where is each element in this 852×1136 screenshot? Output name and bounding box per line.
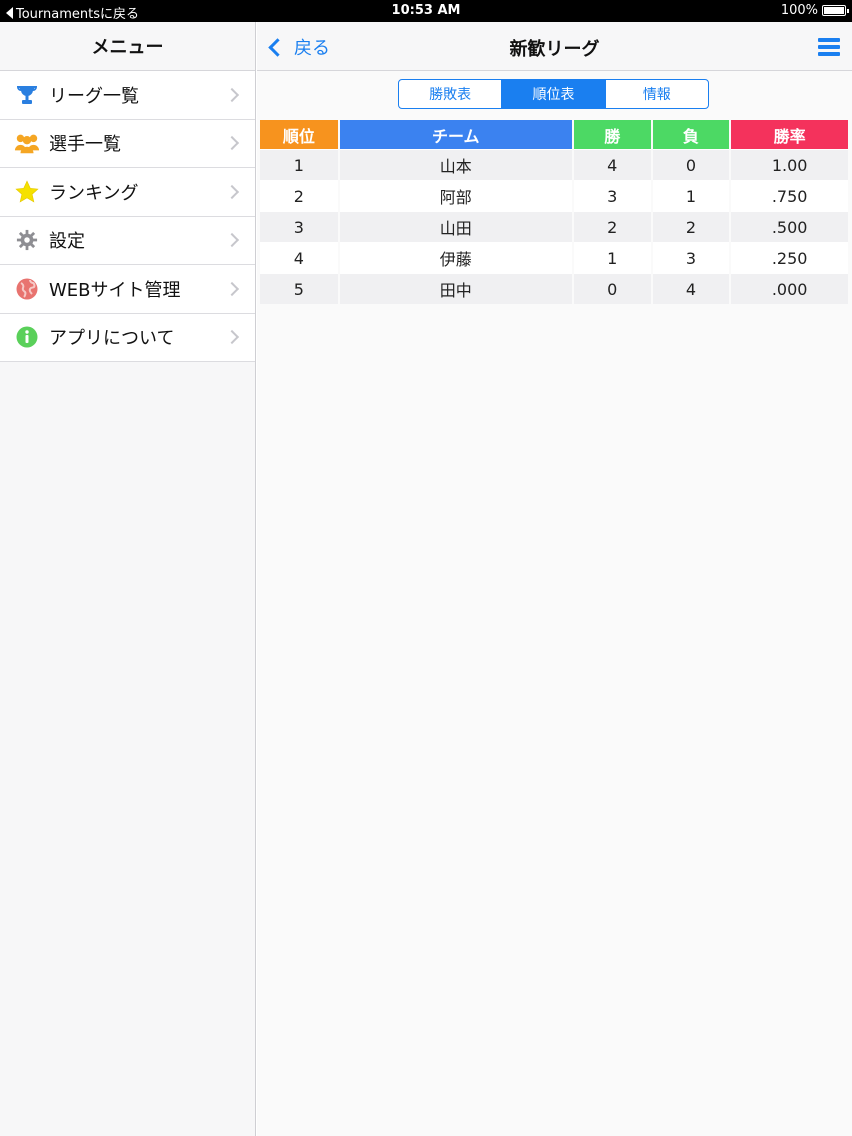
table-cell: 3 (652, 242, 730, 273)
battery-level-fill (824, 7, 844, 14)
menu-item-label: リーグ一覧 (49, 85, 139, 107)
main-panel: 戻る 新歓リーグ 勝敗表 順位表 情報 順位 チーム勝負勝率 1 山本 4 0 1.00 2 阿部… (257, 22, 852, 1136)
status-battery: 100% (780, 3, 849, 18)
menu-item[interactable]: ランキング (0, 168, 255, 217)
table-row[interactable]: 2 阿部 3 1.750 (260, 180, 848, 211)
menu-item[interactable]: アプリについて (0, 313, 255, 362)
chevron-right-icon (224, 87, 240, 102)
table-cell: .500 (731, 211, 848, 242)
table-row[interactable]: 4 伊藤 1 3.250 (260, 242, 848, 273)
table-cell: 1 (573, 242, 651, 273)
segment-tab[interactable]: 情報 (606, 80, 708, 108)
table-cell: 0 (573, 273, 651, 304)
trophy-icon (14, 82, 40, 108)
table-header-row: 順位 チーム勝負勝率 (260, 120, 848, 149)
battery-icon (822, 5, 849, 16)
table-cell: .000 (731, 273, 848, 304)
info-icon (14, 324, 40, 350)
sidebar: メニュー リーグ一覧選手一覧ランキング設定 WEBサイト管理 アプリについて (0, 22, 256, 1136)
table-cell: 4 (652, 273, 730, 304)
segment-tab[interactable]: 勝敗表 (399, 80, 503, 108)
navbar: 戻る 新歓リーグ (257, 22, 852, 71)
table-cell: .750 (731, 180, 848, 211)
table-cell: 1 (652, 180, 730, 211)
chevron-right-icon (224, 136, 240, 151)
segment-tab[interactable]: 順位表 (502, 80, 606, 108)
column-header[interactable]: 勝 (573, 120, 651, 149)
table-cell: 0 (652, 149, 730, 180)
table-cell: 山本 (339, 149, 572, 180)
menu-item-label: アプリについて (49, 328, 175, 350)
table-cell: 1.00 (731, 149, 848, 180)
column-header[interactable]: 負 (652, 120, 730, 149)
column-header[interactable]: 勝率 (731, 120, 848, 149)
table-cell: 1 (260, 149, 338, 180)
status-time: 10:53 AM (391, 3, 461, 18)
table-cell: 田中 (339, 273, 572, 304)
table-cell: 2 (652, 211, 730, 242)
chevron-right-icon (224, 330, 240, 345)
table-cell: .250 (731, 242, 848, 273)
globe-icon (14, 276, 40, 302)
column-header[interactable]: チーム (339, 120, 572, 149)
chevron-right-icon (224, 281, 240, 296)
menu-item-label: 設定 (49, 231, 85, 253)
gear-icon (14, 227, 40, 253)
table-cell: 3 (260, 211, 338, 242)
segmented-control: 勝敗表 順位表 情報 (398, 79, 709, 109)
table-row[interactable]: 3 山田 2 2.500 (260, 211, 848, 242)
column-header[interactable]: 順位 (260, 120, 338, 149)
page-title: 新歓リーグ (509, 39, 600, 60)
menu-item-label: ランキング (49, 182, 139, 204)
table-cell: 4 (260, 242, 338, 273)
status-bar: Tournamentsに戻る 10:53 AM 100% (0, 0, 852, 22)
star-icon (14, 179, 40, 205)
table-cell: 2 (573, 211, 651, 242)
standings-table: 順位 チーム勝負勝率 1 山本 4 0 1.00 2 阿部 3 1.750 3 山田 2 2.500 4 伊藤… (258, 120, 850, 304)
table-cell: 山田 (339, 211, 572, 242)
table-cell: 伊藤 (339, 242, 572, 273)
hamburger-menu-icon[interactable] (818, 38, 840, 56)
table-row[interactable]: 5 田中 0 4.000 (260, 273, 848, 304)
menu-item-label: 選手一覧 (49, 134, 121, 156)
table-row[interactable]: 1 山本 4 0 1.00 (260, 149, 848, 180)
table-cell: 5 (260, 273, 338, 304)
chevron-right-icon (224, 233, 240, 248)
table-body: 1 山本 4 0 1.00 2 阿部 3 1.750 3 山田 2 2.500 4 伊藤 1 3.250 5 田中 0… (260, 149, 848, 304)
table-cell: 阿部 (339, 180, 572, 211)
menu-item[interactable]: リーグ一覧 (0, 71, 255, 120)
menu-item-label: WEBサイト管理 (49, 279, 181, 301)
menu-list: リーグ一覧選手一覧ランキング設定 WEBサイト管理 アプリについて (0, 71, 255, 362)
battery-percent: 100% (780, 3, 818, 18)
chevron-right-icon (224, 184, 240, 199)
table-cell: 3 (573, 180, 651, 211)
menu-item[interactable]: WEBサイト管理 (0, 265, 255, 314)
sidebar-title: メニュー (0, 22, 255, 71)
table-cell: 4 (573, 149, 651, 180)
menu-item[interactable]: 選手一覧 (0, 119, 255, 168)
menu-item[interactable]: 設定 (0, 216, 255, 265)
players-icon (14, 130, 40, 156)
table-cell: 2 (260, 180, 338, 211)
